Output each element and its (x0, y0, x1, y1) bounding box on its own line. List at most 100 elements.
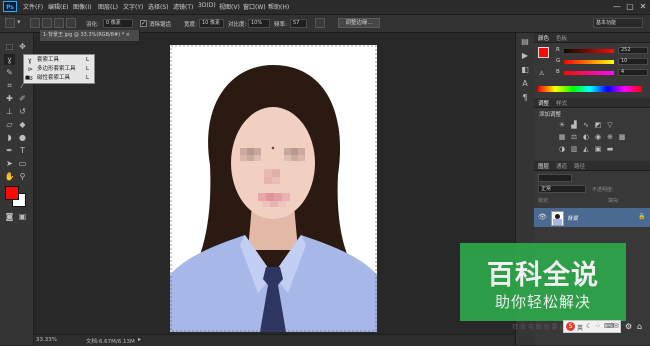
channel-b-value[interactable]: 4 (618, 69, 648, 76)
blur-tool-icon[interactable]: ◗ (4, 132, 15, 143)
invert-icon[interactable]: ◑ (558, 145, 566, 153)
exposure-icon[interactable]: ◩ (594, 121, 602, 129)
ime-toolbar[interactable]: S 英 ☾ ⁘ ⌨ ✉ (563, 320, 621, 333)
tab-paths[interactable]: 路径 (574, 162, 585, 170)
document-tab[interactable]: 1-背景王.jpg @ 33.3%(RGB/8#) * × (40, 30, 140, 41)
flyout-item-polygonal-lasso[interactable]: ⊳ 多边形套索工具 L (24, 65, 94, 74)
tab-channels[interactable]: 通道 (556, 162, 567, 170)
flyout-item-magnetic-lasso[interactable]: ■ ʊ 磁性套索工具 L (24, 74, 94, 83)
screen-mode-icon[interactable]: ▣ (17, 211, 28, 222)
paint-bucket-icon[interactable]: ◆ (17, 119, 28, 130)
tab-adjustments[interactable]: 调整 (538, 99, 549, 107)
layer-name[interactable]: 背景 (567, 214, 578, 222)
flyout-item-lasso[interactable]: ɣ 套索工具 L (24, 56, 94, 65)
properties-icon[interactable]: ◧ (520, 65, 530, 75)
contrast-input[interactable]: 10% (248, 19, 270, 28)
path-select-icon[interactable]: ➤ (4, 158, 15, 169)
refine-edge-button[interactable]: 调整边缘... (338, 18, 380, 28)
paragraph-icon[interactable]: ¶ (520, 93, 530, 103)
channel-r-value[interactable]: 252 (618, 47, 648, 54)
vibrance-icon[interactable]: ▽ (606, 121, 614, 129)
eye-icon[interactable]: 👁 (538, 213, 547, 221)
color-spectrum-bar[interactable] (538, 86, 642, 92)
pen-tool-icon[interactable]: ✒ (4, 145, 15, 156)
close-button[interactable]: ✕ (638, 2, 648, 11)
channel-b-slider[interactable] (564, 71, 614, 75)
menu-view[interactable]: 视图(V) (219, 2, 240, 11)
document-photo[interactable] (170, 45, 377, 332)
status-arrow-icon[interactable]: ▸ (138, 336, 141, 343)
menu-file[interactable]: 文件(F) (23, 2, 43, 11)
move-tool-icon[interactable]: ✥ (17, 41, 28, 52)
eraser-icon[interactable]: ▱ (4, 119, 15, 130)
workspace-select[interactable]: 基本功能 (593, 18, 643, 28)
gamut-warning-icon[interactable]: ⚠ (539, 70, 544, 77)
menu-filter[interactable]: 滤镜(T) (173, 2, 193, 11)
add-selection-icon[interactable] (42, 18, 52, 28)
tab-swatches[interactable]: 色板 (556, 34, 567, 42)
marquee-tool-icon[interactable]: ⬚ (4, 41, 15, 52)
color-lookup-icon[interactable]: ▩ (618, 133, 626, 141)
selective-color-icon[interactable]: ▣ (594, 145, 602, 153)
history-brush-icon[interactable]: ↺ (17, 106, 28, 117)
menu-help[interactable]: 帮助(H) (268, 2, 289, 11)
ime-punct-icon[interactable]: ⁘ (595, 322, 601, 330)
layer-filter-select[interactable] (538, 174, 572, 182)
tray-shirt-icon[interactable]: ⌂ (637, 322, 642, 331)
curves-icon[interactable]: ∿ (582, 121, 590, 129)
lasso-preset-icon[interactable] (5, 18, 15, 28)
character-icon[interactable]: A (520, 79, 530, 89)
intersect-selection-icon[interactable] (66, 18, 76, 28)
tab-color[interactable]: 颜色 (538, 34, 549, 42)
brightness-icon[interactable]: ☀ (558, 121, 566, 129)
color-fg-swatch[interactable] (538, 47, 549, 58)
menu-window[interactable]: 窗口(W) (243, 2, 266, 11)
menu-select[interactable]: 选择(S) (148, 2, 169, 11)
tab-styles[interactable]: 样式 (556, 99, 567, 107)
hue-saturation-icon[interactable]: ▦ (558, 133, 566, 141)
zoom-tool-icon[interactable]: ⚲ (17, 171, 28, 182)
black-white-icon[interactable]: ◐ (582, 133, 590, 141)
lasso-tool-icon[interactable]: ɣ (4, 54, 15, 65)
threshold-icon[interactable]: ◭ (582, 145, 590, 153)
minimize-button[interactable]: — (612, 2, 622, 11)
frequency-input[interactable]: 57 (290, 19, 307, 28)
type-tool-icon[interactable]: T (17, 145, 28, 156)
ime-settings-icon[interactable]: ✉ (613, 322, 619, 330)
blend-mode-select[interactable]: 正常 (538, 185, 586, 193)
crop-tool-icon[interactable]: ⌗ (4, 80, 15, 91)
color-balance-icon[interactable]: ⚖ (570, 133, 578, 141)
quick-select-icon[interactable]: ✎ (4, 67, 15, 78)
dodge-tool-icon[interactable]: ● (17, 132, 28, 143)
quick-mask-icon[interactable]: ◙ (4, 211, 15, 222)
hand-tool-icon[interactable]: ✋ (4, 171, 15, 182)
healing-brush-icon[interactable]: ✚ (4, 93, 15, 104)
channel-g-value[interactable]: 10 (618, 58, 648, 65)
clone-stamp-icon[interactable]: ⊥ (4, 106, 15, 117)
menu-image[interactable]: 图像(I) (73, 2, 91, 11)
ime-moon-icon[interactable]: ☾ (586, 322, 592, 330)
brush-tool-icon[interactable]: ✐ (17, 93, 28, 104)
new-selection-icon[interactable] (30, 18, 40, 28)
width-input[interactable]: 10 像素 (199, 19, 224, 28)
shape-tool-icon[interactable]: ▭ (17, 158, 28, 169)
channel-r-slider[interactable] (564, 49, 614, 53)
photo-filter-icon[interactable]: ◉ (594, 133, 602, 141)
zoom-level[interactable]: 33.33% (36, 337, 57, 343)
tray-gear-icon[interactable]: ⚙ (625, 322, 632, 331)
layer-row-background[interactable]: 👁 背景 🔒 (534, 208, 650, 227)
channel-mixer-icon[interactable]: ⊕ (606, 133, 614, 141)
feather-input[interactable]: 0 像素 (103, 19, 133, 28)
subtract-selection-icon[interactable] (54, 18, 64, 28)
menu-3d[interactable]: 3D(D) (198, 2, 216, 9)
menu-edit[interactable]: 编辑(E) (48, 2, 68, 11)
levels-icon[interactable]: ▟ (570, 121, 578, 129)
channel-g-slider[interactable] (564, 60, 614, 64)
ime-language-label[interactable]: 英 (577, 323, 583, 332)
maximize-button[interactable]: ▢ (625, 2, 635, 11)
tab-layers[interactable]: 图层 (538, 162, 549, 170)
posterize-icon[interactable]: ▥ (570, 145, 578, 153)
chevron-down-icon[interactable]: ▾ (17, 18, 21, 26)
gradient-map-icon[interactable]: ▬ (606, 145, 614, 153)
pen-pressure-icon[interactable] (315, 18, 325, 28)
